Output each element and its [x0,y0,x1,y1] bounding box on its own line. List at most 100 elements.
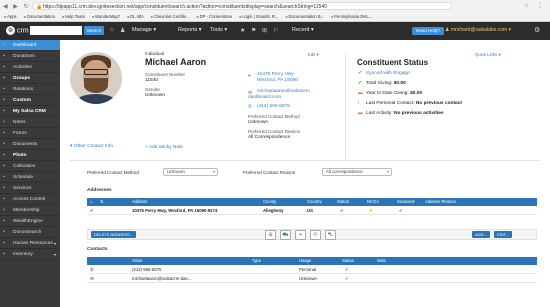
other-contact-info[interactable]: ▾ Other Contact Info [70,144,113,149]
col-value[interactable]: Value [132,257,142,265]
sidebar-item-forms[interactable]: ▪ Forms [0,128,60,139]
edit-link[interactable]: Edit ▾ [308,52,319,58]
pref-reason-value: All Correspondence [248,135,291,140]
col-address-reason[interactable]: Address Reason [425,198,456,206]
sidebar-item-services[interactable]: ▪ Services [0,183,60,194]
contact-row[interactable]: ✆ (412) 555-5575 Personal ✔ [87,265,537,274]
menu-recent[interactable]: Recent ▾ [292,27,314,33]
car-front-icon[interactable]: ⛍ [325,230,336,240]
cart-icon[interactable]: ⊞ [262,27,267,34]
col-ncoa[interactable]: NCOA [367,198,379,206]
global-search-input[interactable] [30,26,82,35]
dashboard-icon: ▪ [3,42,5,48]
bookmark-item[interactable]: Chevrolet Certifie... [151,14,190,19]
car-icon[interactable]: ⛟ [280,230,291,240]
menu-tools[interactable]: Tools ▾ [210,27,227,33]
sidebar-item-label: Inventory [13,252,33,257]
crm-logo[interactable]: ◎ crm [6,26,29,35]
sidebar-item-label: Dashboard [13,43,37,48]
home-icon[interactable]: ⌂ [110,27,114,33]
menu-manage[interactable]: Manage ▾ [132,27,156,33]
contact-row[interactable]: ✉ michaelaaron@salsacrm-das... Unknown ✔ [87,274,537,283]
sidebar-item-notes[interactable]: ▪ Notes [0,117,60,128]
user-menu[interactable]: ♟ mrichard@salsalabs.com ▾ [445,27,511,33]
phone-link[interactable]: (412) 555-5575 [257,104,290,109]
sidebar-item-relations[interactable]: ▪ Relations [0,84,60,95]
email-line1[interactable]: michaelaaron@salsacrm [257,89,310,94]
col-country[interactable]: Country [307,198,322,206]
sidebar-item-donations[interactable]: ▪ Donations [0,51,60,62]
col-type[interactable]: Type [252,257,261,265]
pref-reason-select[interactable]: All correspondence [322,168,392,176]
address-line1[interactable]: 10475 Perry Hwy [257,72,294,77]
col-address[interactable]: Address [132,198,147,206]
bookmark-item[interactable]: Pennsylvania DHL... [331,14,372,19]
sidebar-item-custom[interactable]: ▪ Custom [0,95,60,106]
bookmark-item[interactable]: Login | Grands, R... [239,14,278,19]
sidebar-item-photo[interactable]: ▪ Photo [0,150,60,161]
address-line2[interactable]: Wexford, PA 15090 [257,78,298,83]
groups-icon: ▪ [3,75,5,81]
synced-status[interactable]: ✔ Synced with Engage [358,71,410,76]
bookmark-item[interactable]: DL Info [127,14,143,19]
need-help-button[interactable]: Need Help? [412,27,444,35]
add-sticky-note[interactable]: + Add Sticky Note [145,145,183,150]
sidebar-item-access-control[interactable]: ▪ Access Control [0,194,60,205]
sidebar-item-human-resources[interactable]: ▪ Human Resources ▾ [0,238,60,249]
phone-icon: ✆ [90,267,94,272]
sidebar-item-inventory[interactable]: ▪ Inventory ▾ [0,249,60,260]
browser-extension-icons[interactable]: ☆ ⋮ [524,2,546,9]
sidebar-item-schedule[interactable]: ▪ Schedule [0,172,60,183]
sidebar-item-donorsearch[interactable]: ▪ DonorSearch [0,227,60,238]
flag-icon[interactable]: ⚐ [273,27,278,34]
notes-icon: ▪ [3,119,5,125]
col-contact-status[interactable]: Status [342,257,354,265]
menu-reports[interactable]: Reports ▾ [178,27,202,33]
search-button[interactable]: Search [84,26,104,35]
quick-links[interactable]: Quick Links ▾ [475,52,501,58]
sidebar-item-dashboard[interactable]: ▪ Dashboard [0,40,60,51]
col-status[interactable]: Status [337,198,349,206]
org-chart-icon[interactable]: ⊞ [265,230,276,240]
address-row[interactable]: ✔ 10475 Perry Hwy, Wexford, PA 15090-927… [87,206,537,215]
pref-method-select[interactable]: Unknown [163,168,218,176]
sidebar-item-groups[interactable]: ▪ Groups [0,73,60,84]
sidebar-item-membership[interactable]: ▪ Membership [0,205,60,216]
bookmark-item[interactable]: WonderMap? [92,14,120,19]
sidebar-item-my-salsa-crm[interactable]: ▪ My Salsa CRM [0,106,60,117]
gear-icon[interactable]: ⚙ [534,26,540,34]
sidebar-item-cultivation[interactable]: ▪ Cultivation [0,161,60,172]
add-address-button[interactable]: ADD... [472,231,490,238]
col-seasonal[interactable]: Seasonal [397,198,414,206]
relations-icon: ▪ [3,86,5,92]
email-icon: ✉ [90,276,94,281]
phone-icon[interactable]: ✆ [310,230,321,240]
sidebar-item-wealthengine[interactable]: ▪ WealthEngine [0,216,60,227]
edit-address-button[interactable]: EDIT... [494,231,512,238]
bookmark-item[interactable]: Documentation [24,14,55,19]
gender-label: Gender [145,87,161,92]
star-icon[interactable]: ★ [240,27,245,34]
delete-address-button[interactable]: DELETE ADDRESS... [91,231,136,238]
map-pin-icon[interactable]: ⌖ [295,230,306,240]
col-note[interactable]: Note [377,257,386,265]
sidebar-item-documents[interactable]: ▪ Documents [0,139,60,150]
email-line2[interactable]: dashboard.com [248,95,281,100]
col-usage[interactable]: Usage [299,257,311,265]
browser-nav-buttons[interactable]: ◀ ▶ ↻ [3,3,31,10]
user-icon[interactable]: ♟ [120,27,125,34]
sidebar-item-label: WealthEngine [13,219,43,224]
contacts-title: Contacts [87,247,108,252]
logo-icon: ◎ [6,26,15,35]
bookmark-icon[interactable]: ⚑ [251,27,256,34]
bookmark-item[interactable]: Apps [4,14,17,19]
last-activity: ▬ Last Activity: No previous activities [358,111,444,116]
address-bar[interactable]: 🔒 https://dpapp11.crm.dev.ignitesection.… [32,2,452,10]
sidebar: ▪ Dashboard ▪ Donations ▪ Activities ▪ Groups ▪ R… [0,40,60,307]
col-county[interactable]: County [263,198,276,206]
sort-icon[interactable]: ⇅ [100,198,104,206]
bookmark-item[interactable]: DP - Cornerstone [197,14,233,19]
bookmark-item[interactable]: Documentation B... [285,14,324,19]
bookmark-item[interactable]: Help Team [62,14,85,19]
sidebar-item-activities[interactable]: ▪ Activities [0,62,60,73]
